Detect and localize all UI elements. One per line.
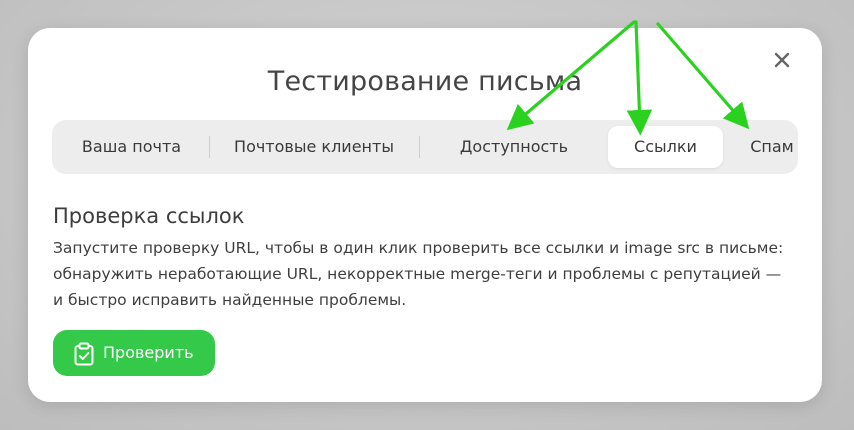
tab-divider (419, 136, 420, 158)
check-button[interactable]: Проверить (53, 330, 215, 376)
tab-divider (209, 136, 210, 158)
tab-mail-clients[interactable]: Почтовые клиенты (216, 126, 412, 168)
tab-accessibility[interactable]: Доступность (426, 126, 602, 168)
section-description: Запустите проверку URL, чтобы в один кли… (53, 239, 784, 309)
clipboard-check-icon (74, 342, 94, 366)
tab-spam[interactable]: Спам (731, 126, 813, 168)
check-button-label: Проверить (103, 343, 194, 362)
tab-your-mail[interactable]: Ваша почта (60, 126, 203, 168)
dialog-title: Тестирование письма (267, 66, 583, 97)
tab-bar: Ваша почта Почтовые клиенты Доступность … (52, 120, 798, 174)
tab-links[interactable]: Ссылки (608, 126, 723, 168)
email-test-dialog: Тестирование письма Ваша почта Почтовые … (28, 28, 822, 402)
section-title: Проверка ссылок (53, 204, 245, 228)
